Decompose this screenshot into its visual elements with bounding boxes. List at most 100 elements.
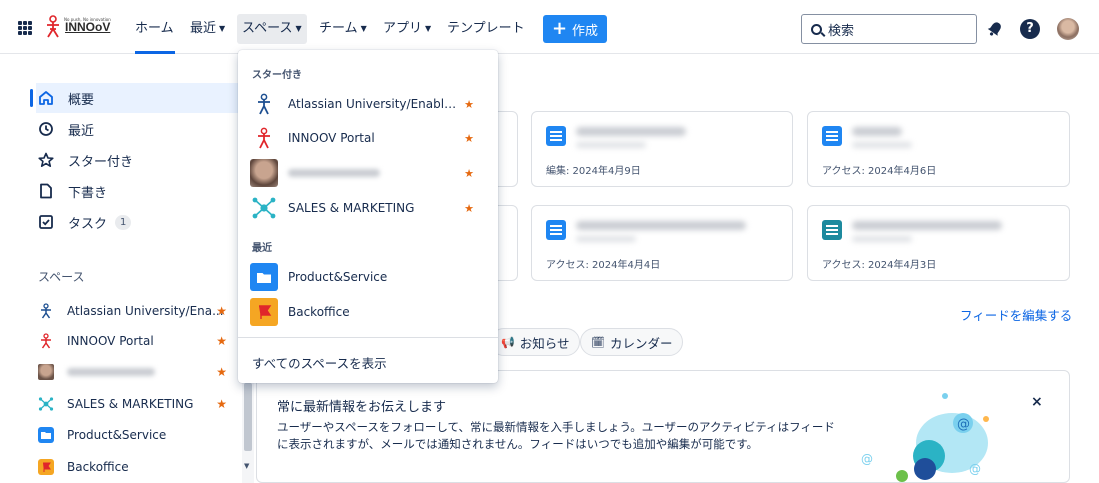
dropdown-divider (238, 337, 498, 338)
space-label: Backoffice (67, 460, 129, 474)
sidebar-space-sales-marketing[interactable]: SALES & MARKETING ★ (38, 390, 233, 418)
sidebar-item-label: 下書き (68, 185, 108, 201)
nav-spaces[interactable]: スペース ▼ (242, 20, 302, 38)
sidebar-item-label: 概要 (68, 92, 95, 108)
card-meta: 編集: 2024年4月9日 (546, 166, 641, 177)
sidebar-space-innoov-portal[interactable]: INNOOV Portal ★ (38, 327, 233, 355)
content-card[interactable]: アクセス: 2024年4月4日 (531, 205, 793, 281)
folder-icon (38, 427, 54, 443)
task-icon (38, 214, 54, 230)
star-filled-icon[interactable]: ★ (464, 202, 474, 215)
view-all-spaces-link[interactable]: すべてのスペースを表示 (252, 353, 387, 372)
sidebar-space-product-service[interactable]: Product&Service (38, 421, 233, 449)
nav-recent[interactable]: 最近 ▼ (190, 20, 225, 38)
create-button[interactable]: + 作成 (543, 15, 607, 43)
blurred-subtitle (576, 236, 636, 242)
search-input[interactable]: 検索 (801, 14, 977, 44)
sidebar-scroll-thumb[interactable] (244, 383, 252, 451)
starred-heading: スター付き (252, 70, 302, 81)
dropdown-space-innoov-portal[interactable]: INNOOV Portal ★ (250, 122, 488, 154)
info-body: ユーザーやスペースをフォローして、常に最新情報を入手しましょう。ユーザーのアクテ… (277, 420, 835, 451)
content-card[interactable]: 編集: 2024年4月9日 (531, 111, 793, 187)
doc-icon (822, 126, 842, 146)
chevron-down-icon: ▼ (425, 24, 432, 33)
blurred-title (576, 127, 686, 136)
star-outline-icon (38, 152, 54, 168)
svg-text:@: @ (969, 462, 981, 476)
star-filled-icon[interactable]: ★ (464, 98, 474, 111)
dropdown-space-atlassian-university[interactable]: Atlassian University/Enableme... ★ (250, 88, 488, 120)
star-filled-icon[interactable]: ★ (216, 334, 227, 348)
megaphone-icon: 📢 (501, 335, 515, 349)
chip-label: カレンダー (609, 335, 673, 351)
blurred-title (576, 221, 746, 230)
feed-info-panel: 常に最新情報をお伝えします ユーザーやスペースをフォローして、常に最新情報を入手… (256, 370, 1070, 483)
content-card[interactable]: アクセス: 2024年4月6日 (807, 111, 1070, 187)
nav-home-label: ホーム (135, 21, 174, 36)
sidebar-item-tasks[interactable]: タスク 1 (38, 207, 132, 237)
dropdown-space-label: Backoffice (288, 305, 350, 319)
recent-heading: 最近 (252, 243, 272, 254)
card-meta: アクセス: 2024年4月4日 (546, 260, 661, 271)
innoov-logo-icon (47, 15, 59, 38)
star-filled-icon[interactable]: ★ (216, 397, 227, 411)
scroll-down-arrow-icon[interactable]: ▼ (244, 462, 249, 470)
sidebar-item-drafts[interactable]: 下書き (38, 176, 107, 206)
nav-templates[interactable]: テンプレート (447, 20, 525, 38)
content-card[interactable]: アクセス: 2024年4月3日 (807, 205, 1070, 281)
spaces-dropdown-menu: スター付き Atlassian University/Enableme... ★… (238, 50, 498, 383)
top-navigation: INNOoV No push, No innovation ホーム 最近 ▼ スペ… (0, 0, 1099, 54)
nav-home[interactable]: ホーム (135, 20, 174, 38)
close-icon[interactable]: × (1031, 394, 1043, 410)
help-icon[interactable]: ? (1020, 19, 1040, 39)
dropdown-space-backoffice[interactable]: Backoffice (250, 296, 488, 328)
card-meta: アクセス: 2024年4月6日 (822, 166, 937, 177)
star-filled-icon[interactable]: ★ (216, 304, 227, 318)
person-avatar (250, 159, 278, 187)
svg-text:@: @ (861, 452, 873, 466)
sidebar-item-recent[interactable]: 最近 (38, 114, 94, 144)
user-avatar[interactable] (1057, 18, 1079, 40)
create-button-label: 作成 (572, 23, 599, 39)
nav-home-underline (135, 51, 175, 54)
star-filled-icon[interactable]: ★ (464, 132, 474, 145)
star-filled-icon[interactable]: ★ (464, 167, 474, 180)
dropdown-space-label: SALES & MARKETING (288, 201, 415, 215)
doc-icon (546, 126, 566, 146)
edit-feed-link[interactable]: フィードを編集する (960, 305, 1072, 324)
feed-chip-announcements[interactable]: 📢 お知らせ (490, 328, 581, 356)
sidebar-item-overview[interactable]: 概要 (38, 83, 94, 113)
blurred-title (852, 127, 902, 136)
nav-apps[interactable]: アプリ ▼ (383, 20, 431, 38)
spaces-heading: スペース (38, 270, 85, 284)
nav-recent-label: 最近 (190, 21, 217, 36)
notification-bell-icon[interactable] (986, 20, 1004, 38)
svg-text:@: @ (957, 417, 970, 432)
dropdown-space-sales-marketing[interactable]: SALES & MARKETING ★ (250, 192, 488, 224)
folder-icon (250, 263, 278, 291)
app-switcher-icon[interactable] (18, 21, 32, 35)
sidebar-active-indicator (30, 89, 33, 107)
whiteboard-icon (822, 220, 842, 240)
sidebar-space-personal[interactable]: ★ (38, 358, 233, 386)
star-filled-icon[interactable]: ★ (216, 365, 227, 379)
feed-chip-calendar[interactable]: 🗓 カレンダー (580, 328, 684, 356)
sidebar-space-backoffice[interactable]: Backoffice (38, 453, 233, 481)
network-icon (250, 194, 278, 222)
chevron-down-icon: ▼ (219, 24, 226, 33)
network-icon (38, 396, 54, 412)
nav-apps-label: アプリ (383, 21, 423, 36)
nav-spaces-label: スペース (242, 21, 293, 36)
dropdown-space-product-service[interactable]: Product&Service (250, 261, 488, 293)
nav-templates-label: テンプレート (447, 21, 525, 36)
person-avatar (38, 364, 54, 380)
dropdown-space-personal[interactable]: ★ (250, 157, 488, 189)
blurred-subtitle (576, 142, 646, 148)
sidebar-item-starred[interactable]: スター付き (38, 145, 133, 175)
search-placeholder: 検索 (828, 23, 855, 39)
sidebar-space-atlassian-university[interactable]: Atlassian University/Ena... ★ (38, 297, 233, 325)
dropdown-space-label: Atlassian University/Enableme... (288, 97, 460, 111)
nav-teams[interactable]: チーム ▼ (319, 20, 367, 38)
chevron-down-icon: ▼ (295, 24, 302, 33)
clock-icon (38, 121, 54, 137)
